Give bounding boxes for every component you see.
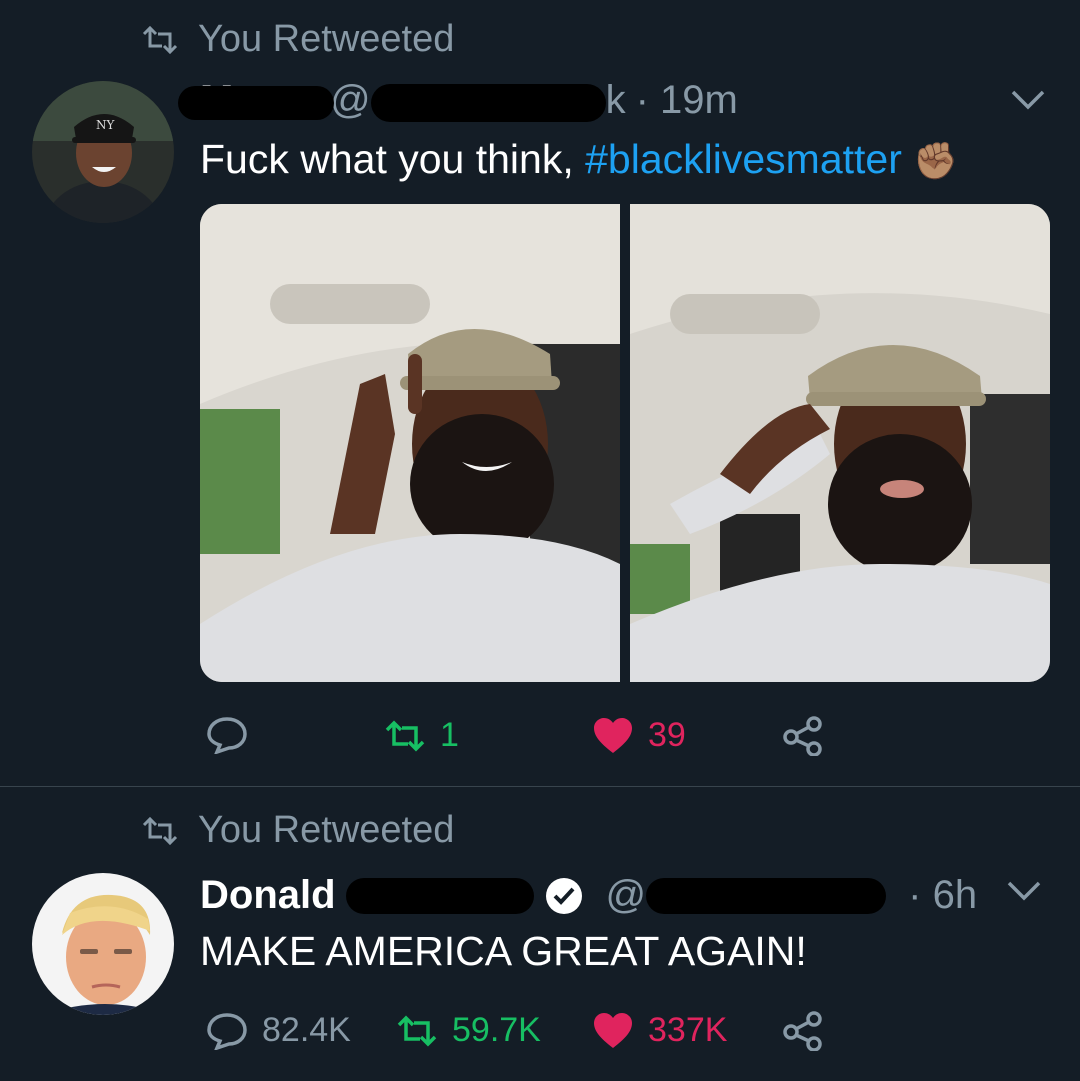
redaction-mark (646, 877, 887, 914)
author-name[interactable]: Donald (200, 873, 336, 918)
avatar[interactable] (32, 873, 174, 1015)
share-button[interactable] (782, 1011, 824, 1051)
redaction-mark (178, 86, 334, 120)
retweet-label: You Retweeted (198, 18, 455, 60)
tweet-time[interactable]: · 6h (908, 873, 977, 918)
photo-1[interactable] (200, 204, 620, 682)
retweet-label: You Retweeted (198, 809, 455, 851)
retweet-count: 1 (440, 716, 459, 754)
like-button[interactable]: 337K (592, 1011, 727, 1050)
author-handle[interactable]: @ (330, 78, 371, 123)
tweet-card[interactable]: You Retweeted NY M @ k · 19m Fuck what y… (0, 0, 1080, 786)
photo-2[interactable] (630, 204, 1050, 682)
tweet-text-plain: Fuck what you think, (200, 136, 586, 182)
reply-count: 82.4K (262, 1011, 351, 1049)
tweet-header: M @ k · 19m (178, 78, 738, 123)
retweet-context: You Retweeted (140, 809, 454, 852)
raised-fist-emoji: ✊🏽 (913, 140, 959, 181)
tweet-time[interactable]: · 19m (636, 78, 738, 123)
svg-text:NY: NY (96, 118, 116, 132)
reply-button[interactable] (206, 716, 248, 754)
tweet-card[interactable]: You Retweeted Donald @ · 6h MAKE AMERICA… (0, 787, 1080, 1081)
retweet-count: 59.7K (452, 1011, 541, 1049)
redaction-mark (345, 877, 534, 914)
retweet-button[interactable]: 1 (384, 716, 459, 755)
retweet-context: You Retweeted (140, 18, 454, 61)
retweet-icon (385, 720, 425, 751)
like-icon (594, 1012, 632, 1048)
tweet-text: Fuck what you think, #blacklivesmatter ✊… (200, 136, 958, 183)
share-button[interactable] (782, 716, 824, 756)
like-count: 39 (648, 716, 686, 754)
chevron-down-icon[interactable] (1010, 88, 1046, 112)
reply-button[interactable]: 82.4K (206, 1011, 351, 1050)
reply-icon (207, 717, 247, 754)
hashtag-link[interactable]: #blacklivesmatter (585, 136, 902, 182)
handle-tail: k (605, 78, 626, 122)
retweet-icon (142, 816, 178, 845)
like-button[interactable]: 39 (592, 716, 686, 755)
media-gallery[interactable] (200, 204, 1050, 682)
like-icon (594, 717, 632, 753)
retweet-button[interactable]: 59.7K (396, 1011, 541, 1050)
chevron-down-icon[interactable] (1006, 879, 1042, 903)
tweet-header: Donald @ · 6h (200, 873, 977, 918)
retweet-icon (397, 1015, 437, 1046)
redaction-mark (370, 83, 606, 122)
retweet-icon (142, 25, 178, 54)
share-icon (783, 1011, 822, 1051)
author-handle[interactable]: @ (606, 873, 647, 918)
tweet-text: MAKE AMERICA GREAT AGAIN! (200, 928, 807, 974)
reply-icon (207, 1012, 247, 1050)
like-count: 337K (648, 1011, 728, 1049)
share-icon (783, 716, 822, 756)
verified-badge-icon (545, 877, 582, 914)
avatar[interactable]: NY (32, 81, 174, 223)
